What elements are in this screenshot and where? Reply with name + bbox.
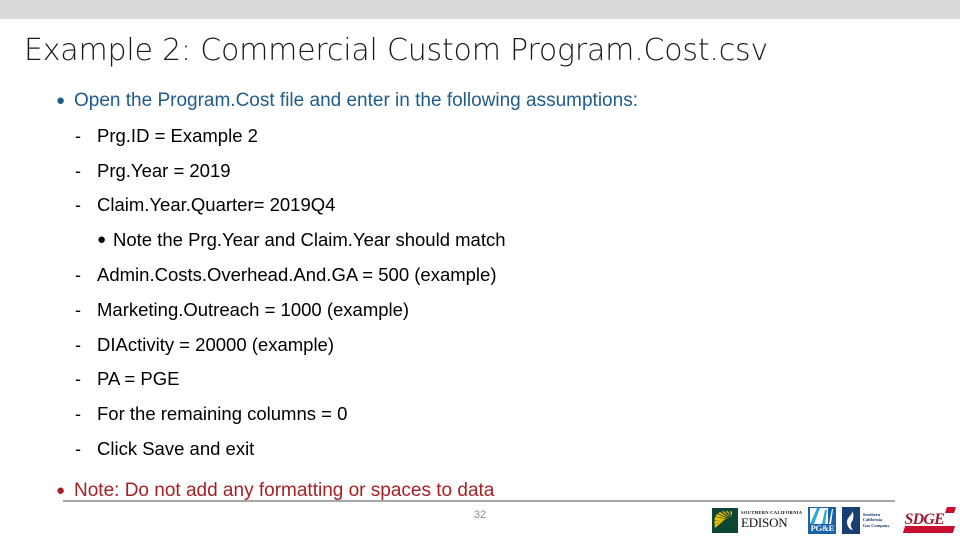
list-item-label: Prg.ID = Example 2: [97, 124, 258, 146]
list-item-label: Click Save and exit: [97, 437, 255, 459]
list-item: - DIActivity = 20000 (example): [0, 328, 960, 363]
dash-bullet-icon: -: [75, 404, 81, 425]
edison-sunburst-icon: [712, 507, 738, 533]
list-item: - Marketing.Outreach = 1000 (example): [0, 293, 960, 328]
slide-canvas: Example 2: Commercial Custom Program.Cos…: [0, 0, 960, 540]
list-item: - Click Save and exit: [0, 432, 960, 467]
list-item: - Admin.Costs.Overhead.And.GA = 500 (exa…: [0, 258, 960, 293]
list-item-label: For the remaining columns = 0: [97, 403, 348, 425]
sponsor-logo-strip: SOUTHERN CALIFORNIA EDISON PG&E Southern…: [712, 504, 958, 536]
edison-name: EDISON: [741, 515, 788, 531]
pge-graphic: [810, 508, 835, 524]
top-accent-band: [0, 0, 960, 19]
list-item: - Prg.Year = 2019: [0, 154, 960, 189]
list-item: - For the remaining columns = 0: [0, 397, 960, 432]
dash-bullet-icon: -: [75, 125, 81, 146]
list-item-label: DIActivity = 20000 (example): [97, 333, 335, 355]
footer-divider: [63, 500, 895, 502]
list-item-label: Open the Program.Cost file and enter in …: [74, 90, 638, 111]
bullet-icon: ●: [97, 231, 107, 249]
socalgas-wordmark: Southern California Gas Company: [863, 512, 890, 529]
warning-note-label: Note: Do not add any formatting or space…: [74, 479, 495, 501]
dash-bullet-icon: -: [75, 438, 81, 459]
list-item-label: Marketing.Outreach = 1000 (example): [97, 298, 410, 320]
pge-tower-icon: [810, 508, 835, 524]
dash-bullet-icon: -: [75, 195, 81, 216]
edison-wordmark: SOUTHERN CALIFORNIA EDISON: [741, 510, 802, 531]
page-number: 32: [473, 509, 487, 521]
pge-mark-icon: PG&E: [808, 506, 837, 534]
pge-logo: PG&E: [808, 505, 837, 535]
sdge-wordmark: SDGE: [904, 511, 945, 528]
list-item: - Claim.Year.Quarter= 2019Q4: [0, 188, 960, 223]
page-title: Example 2: Commercial Custom Program.Cos…: [24, 33, 769, 68]
sunburst-icon: [714, 510, 732, 529]
list-item: - Prg.ID = Example 2: [0, 119, 960, 154]
sdge-accent-tick: [944, 507, 956, 513]
dash-bullet-icon: -: [75, 299, 81, 320]
list-item-nested: ● Note the Prg.Year and Claim.Year shoul…: [0, 223, 960, 258]
list-item-label: Note the Prg.Year and Claim.Year should …: [113, 229, 506, 251]
pge-wordmark: PG&E: [810, 522, 835, 533]
bullet-icon: ●: [56, 481, 66, 499]
sdge-logo: SDGE: [902, 506, 958, 534]
dash-bullet-icon: -: [75, 160, 81, 181]
socalgas-logo: Southern California Gas Company: [842, 505, 890, 535]
flame-icon: [847, 510, 854, 530]
bullet-icon: ●: [56, 92, 66, 109]
assumptions-list: ● Open the Program.Cost file and enter i…: [0, 84, 960, 509]
list-item-label: Admin.Costs.Overhead.And.GA = 500 (examp…: [97, 263, 497, 285]
list-item-label: Claim.Year.Quarter= 2019Q4: [97, 194, 336, 216]
list-item: ● Open the Program.Cost file and enter i…: [0, 84, 960, 119]
dash-bullet-icon: -: [75, 264, 81, 285]
list-item: - PA = PGE: [0, 362, 960, 397]
list-item-label: Prg.Year = 2019: [97, 159, 231, 181]
socalgas-line-3: Gas Company: [862, 522, 890, 528]
socalgas-flame-icon: [842, 506, 861, 534]
dash-bullet-icon: -: [75, 369, 81, 390]
dash-bullet-icon: -: [75, 334, 81, 355]
edison-logo: SOUTHERN CALIFORNIA EDISON: [712, 505, 802, 535]
